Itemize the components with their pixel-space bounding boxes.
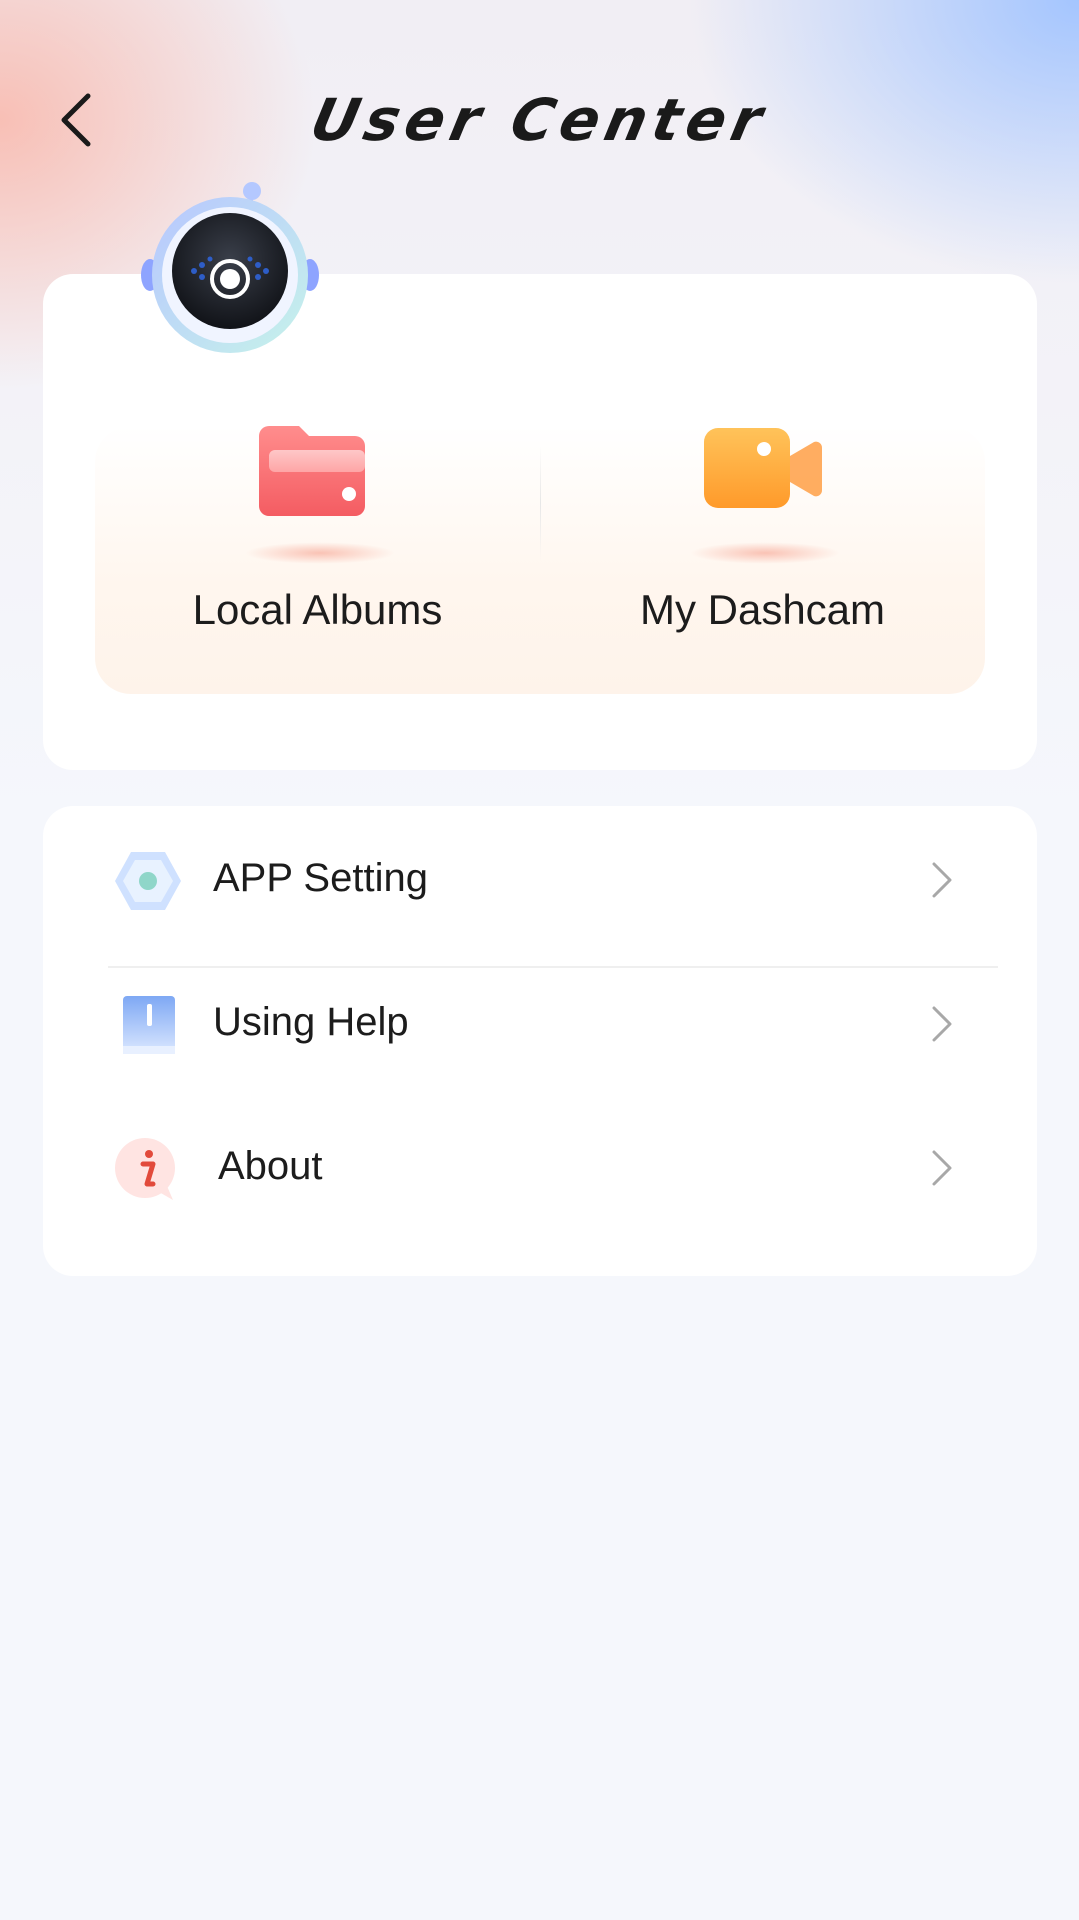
folder-icon bbox=[259, 426, 365, 516]
menu-item-about[interactable]: About bbox=[43, 1094, 1037, 1238]
menu-item-label: APP Setting bbox=[213, 856, 428, 900]
chevron-right-icon bbox=[932, 1150, 952, 1186]
quick-actions-panel: Local Albums My Dashcam bbox=[95, 426, 985, 694]
info-icon bbox=[115, 1138, 175, 1200]
menu-item-label: About bbox=[218, 1144, 323, 1188]
my-dashcam-button[interactable]: My Dashcam bbox=[540, 426, 985, 694]
local-albums-label: Local Albums bbox=[192, 586, 443, 633]
menu-item-using-help[interactable]: Using Help bbox=[43, 950, 1037, 1094]
camera-mascot-icon bbox=[141, 182, 319, 353]
folder-icon-shadow bbox=[245, 542, 395, 564]
header: User Center bbox=[0, 60, 1079, 180]
chevron-right-icon bbox=[932, 862, 952, 898]
chevron-right-icon bbox=[932, 1006, 952, 1042]
camera-icon-shadow bbox=[690, 542, 840, 564]
video-camera-icon bbox=[704, 428, 823, 508]
help-book-icon bbox=[123, 996, 175, 1054]
my-dashcam-label: My Dashcam bbox=[639, 586, 886, 633]
settings-hexagon-icon bbox=[115, 852, 181, 910]
page-title: User Center bbox=[304, 86, 775, 154]
menu-card: APP Setting Using Help About bbox=[43, 806, 1037, 1276]
local-albums-button[interactable]: Local Albums bbox=[95, 426, 540, 694]
menu-item-label: Using Help bbox=[213, 1000, 409, 1044]
menu-item-app-setting[interactable]: APP Setting bbox=[43, 806, 1037, 968]
